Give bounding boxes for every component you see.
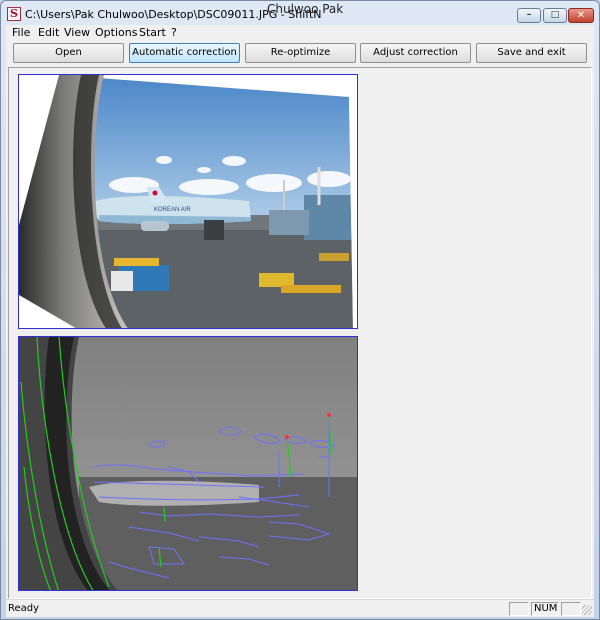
- corrected-image: KOREAN AIR: [19, 75, 357, 328]
- airline-text: KOREAN AIR: [154, 207, 191, 213]
- status-pane-scroll: [561, 602, 581, 616]
- image-area: KOREAN AIR: [8, 67, 592, 599]
- client-area: File Edit View Options Start ? Open Auto…: [6, 25, 594, 617]
- menu-help[interactable]: ?: [171, 26, 177, 39]
- menu-view[interactable]: View: [64, 26, 90, 39]
- maximize-button[interactable]: □: [543, 8, 567, 23]
- edge-detection-panel[interactable]: [18, 336, 358, 591]
- close-button[interactable]: ✕: [568, 8, 594, 23]
- shiftn-app-icon[interactable]: S: [7, 7, 21, 21]
- app-window: S C:\Users\Pak Chulwoo\Desktop\DSC09011.…: [0, 0, 600, 620]
- reoptimize-button[interactable]: Re-optimize: [245, 43, 356, 63]
- edge-detection-image: [19, 337, 357, 590]
- menu-file[interactable]: File: [12, 26, 30, 39]
- menu-start[interactable]: Start: [139, 26, 166, 39]
- status-pane-caps: [509, 602, 529, 616]
- adjust-correction-button[interactable]: Adjust correction: [360, 43, 471, 63]
- automatic-correction-button[interactable]: Automatic correction: [129, 43, 240, 63]
- status-pane-num: NUM: [531, 602, 559, 616]
- save-and-exit-button[interactable]: Save and exit: [476, 43, 587, 63]
- corrected-image-panel[interactable]: KOREAN AIR: [18, 74, 358, 329]
- menu-edit[interactable]: Edit: [38, 26, 59, 39]
- toolbar: Open Automatic correction Re-optimize Ad…: [6, 41, 594, 65]
- resize-grip[interactable]: [582, 605, 592, 615]
- minimize-button[interactable]: –: [517, 8, 541, 23]
- open-button[interactable]: Open: [13, 43, 124, 63]
- menu-bar: File Edit View Options Start ?: [6, 25, 594, 41]
- title-bar[interactable]: S C:\Users\Pak Chulwoo\Desktop\DSC09011.…: [1, 1, 599, 25]
- status-bar: Ready NUM: [6, 599, 594, 617]
- menu-options[interactable]: Options: [95, 26, 137, 39]
- status-text: Ready: [8, 603, 40, 614]
- title-overlay-name: Chulwoo Pak: [267, 2, 344, 16]
